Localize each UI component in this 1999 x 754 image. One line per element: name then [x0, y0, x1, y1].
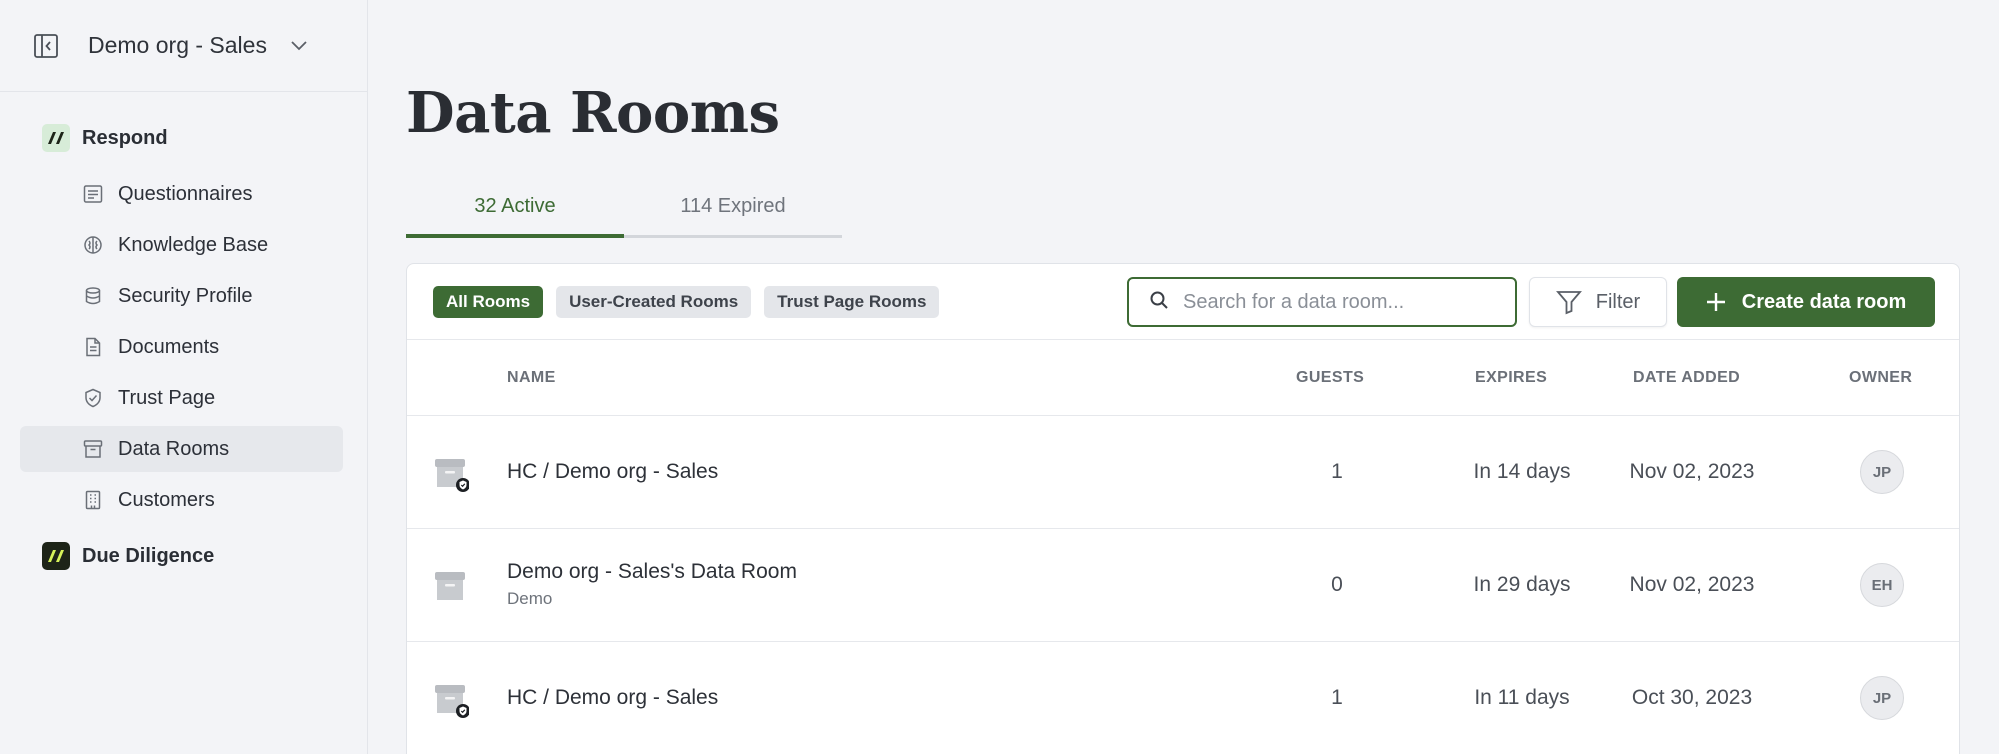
sidebar-item-knowledge-base[interactable]: Knowledge Base — [20, 222, 343, 268]
column-header-guests[interactable]: GUESTS — [1296, 369, 1364, 387]
table-header: NAME GUESTS EXPIRES DATE ADDED OWNER — [407, 340, 1959, 416]
sidebar-item-documents[interactable]: Documents — [20, 324, 343, 370]
tab-expired[interactable]: 114 Expired — [624, 178, 842, 238]
sidebar-item-label: Trust Page — [118, 386, 216, 409]
room-type-filter-chips: All Rooms User-Created Rooms Trust Page … — [433, 286, 940, 318]
chip-all-rooms[interactable]: All Rooms — [433, 286, 544, 318]
column-header-date-added[interactable]: DATE ADDED — [1633, 369, 1740, 387]
document-icon — [82, 336, 104, 358]
page-title: Data Rooms — [406, 80, 780, 146]
org-name[interactable]: Demo org - Sales — [88, 32, 267, 59]
chevron-down-icon[interactable] — [289, 36, 309, 56]
expires-value: In 11 days — [1474, 686, 1570, 709]
search-input[interactable] — [1183, 290, 1503, 314]
sidebar-item-data-rooms[interactable]: Data Rooms — [20, 426, 343, 472]
date-added-value: Oct 30, 2023 — [1631, 686, 1753, 709]
org-header: Demo org - Sales — [0, 0, 367, 92]
search-box — [1127, 277, 1517, 327]
column-header-expires[interactable]: EXPIRES — [1475, 369, 1547, 387]
expires-value: In 29 days — [1473, 573, 1571, 596]
expires-value: In 14 days — [1473, 460, 1571, 483]
sidebar-nav: Respond Questionnaires Knowledge Base Se… — [0, 92, 367, 584]
nav-group-label: Respond — [82, 126, 168, 149]
room-name[interactable]: Demo org - Sales's Data Room — [507, 560, 797, 584]
tab-active[interactable]: 32 Active — [406, 178, 624, 238]
brain-icon — [82, 234, 104, 256]
due-diligence-logo-icon — [42, 542, 70, 570]
data-room-trust-icon — [433, 682, 470, 718]
main-content: Data Rooms 32 Active 114 Expired All Roo… — [368, 0, 1999, 754]
room-name[interactable]: HC / Demo org - Sales — [507, 460, 718, 484]
sidebar-item-label: Questionnaires — [118, 182, 253, 205]
respond-logo-icon — [42, 124, 70, 152]
sidebar-item-security-profile[interactable]: Security Profile — [20, 273, 343, 319]
sidebar: Demo org - Sales Respond Questionnaires … — [0, 0, 368, 754]
room-subtitle: Demo — [507, 589, 553, 608]
data-room-trust-icon — [433, 456, 470, 492]
owner-avatar[interactable]: JP — [1860, 676, 1904, 720]
plus-icon — [1706, 293, 1725, 311]
table-row[interactable]: HC / Demo org - Sales 1 In 11 days Oct 3… — [407, 642, 1959, 754]
nav-group-label: Due Diligence — [82, 544, 215, 567]
filter-label: Filter — [1595, 290, 1641, 313]
table-toolbar: All Rooms User-Created Rooms Trust Page … — [407, 264, 1959, 340]
table-row[interactable]: Demo org - Sales's Data Room Demo 0 In 2… — [407, 529, 1959, 642]
sidebar-item-label: Security Profile — [118, 284, 253, 307]
column-header-name[interactable]: NAME — [507, 369, 556, 387]
filter-icon — [1555, 291, 1582, 315]
status-tabs: 32 Active 114 Expired — [406, 178, 842, 238]
search-icon — [1149, 290, 1169, 315]
sidebar-item-label: Knowledge Base — [118, 233, 269, 256]
guests-count: 1 — [1331, 686, 1343, 709]
column-header-owner[interactable]: OWNER — [1849, 369, 1912, 387]
data-rooms-card: All Rooms User-Created Rooms Trust Page … — [406, 263, 1960, 754]
filter-button[interactable]: Filter — [1529, 277, 1667, 327]
nav-group-due-diligence[interactable]: Due Diligence — [0, 528, 367, 584]
date-added-value: Nov 02, 2023 — [1629, 460, 1755, 483]
questionnaire-icon — [82, 183, 104, 205]
database-icon — [82, 285, 104, 307]
shield-icon — [82, 387, 104, 409]
nav-group-respond[interactable]: Respond — [0, 110, 367, 166]
building-icon — [82, 489, 104, 511]
chip-user-created-rooms[interactable]: User-Created Rooms — [556, 286, 752, 318]
date-added-value: Nov 02, 2023 — [1629, 573, 1755, 596]
data-room-icon — [433, 569, 469, 605]
room-name[interactable]: HC / Demo org - Sales — [507, 686, 718, 710]
archive-icon — [82, 438, 104, 460]
sidebar-item-questionnaires[interactable]: Questionnaires — [20, 171, 343, 217]
guests-count: 0 — [1331, 573, 1343, 596]
create-data-room-button[interactable]: Create data room — [1677, 277, 1935, 327]
create-data-room-label: Create data room — [1741, 290, 1907, 313]
guests-count: 1 — [1331, 460, 1343, 483]
owner-avatar[interactable]: EH — [1860, 563, 1904, 607]
owner-avatar[interactable]: JP — [1860, 450, 1904, 494]
sidebar-item-customers[interactable]: Customers — [20, 477, 343, 523]
sidebar-item-label: Documents — [118, 335, 220, 358]
sidebar-collapse-icon[interactable] — [32, 32, 60, 60]
sidebar-item-trust-page[interactable]: Trust Page — [20, 375, 343, 421]
sidebar-item-label: Customers — [118, 488, 215, 511]
sidebar-item-label: Data Rooms — [118, 437, 230, 460]
chip-trust-page-rooms[interactable]: Trust Page Rooms — [764, 286, 940, 318]
table-row[interactable]: HC / Demo org - Sales 1 In 14 days Nov 0… — [407, 416, 1959, 529]
